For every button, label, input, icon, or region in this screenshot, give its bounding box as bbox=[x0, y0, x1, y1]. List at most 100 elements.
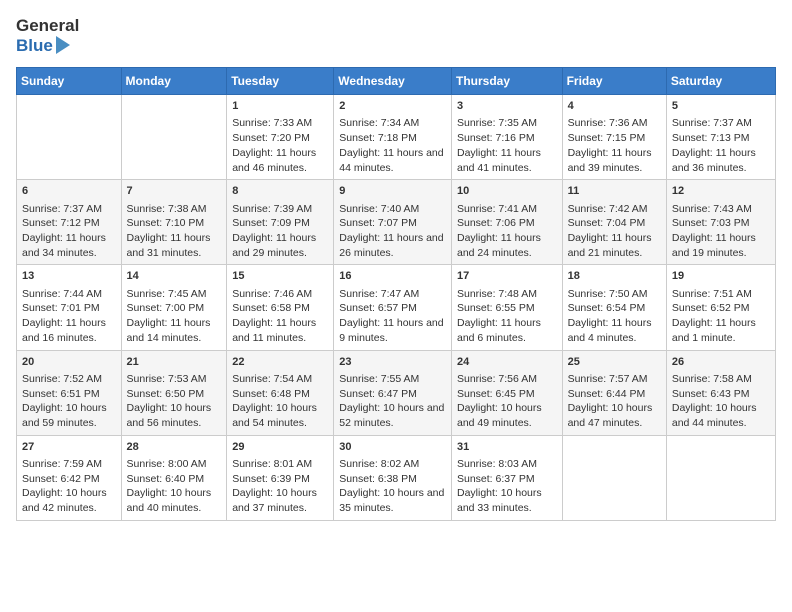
day-number: 16 bbox=[339, 269, 446, 284]
day-info: Sunrise: 7:34 AM bbox=[339, 116, 446, 131]
day-info: Sunrise: 7:51 AM bbox=[672, 287, 770, 302]
day-info: Sunset: 6:45 PM bbox=[457, 387, 557, 402]
day-info: Sunrise: 7:40 AM bbox=[339, 202, 446, 217]
day-info: Sunset: 7:07 PM bbox=[339, 216, 446, 231]
day-info: Daylight: 10 hours and 56 minutes. bbox=[127, 401, 222, 430]
calendar-cell: 6Sunrise: 7:37 AMSunset: 7:12 PMDaylight… bbox=[17, 180, 122, 265]
day-info: Daylight: 10 hours and 37 minutes. bbox=[232, 486, 328, 515]
calendar-cell: 22Sunrise: 7:54 AMSunset: 6:48 PMDayligh… bbox=[227, 350, 334, 435]
calendar-cell bbox=[17, 95, 122, 180]
calendar-cell: 23Sunrise: 7:55 AMSunset: 6:47 PMDayligh… bbox=[334, 350, 452, 435]
calendar-cell: 2Sunrise: 7:34 AMSunset: 7:18 PMDaylight… bbox=[334, 95, 452, 180]
day-info: Sunrise: 7:57 AM bbox=[568, 372, 661, 387]
day-info: Sunrise: 7:54 AM bbox=[232, 372, 328, 387]
day-info: Sunrise: 8:00 AM bbox=[127, 457, 222, 472]
day-number: 6 bbox=[22, 184, 116, 199]
calendar-cell: 30Sunrise: 8:02 AMSunset: 6:38 PMDayligh… bbox=[334, 435, 452, 520]
day-info: Daylight: 11 hours and 24 minutes. bbox=[457, 231, 557, 260]
calendar-cell: 24Sunrise: 7:56 AMSunset: 6:45 PMDayligh… bbox=[451, 350, 562, 435]
day-info: Daylight: 11 hours and 41 minutes. bbox=[457, 146, 557, 175]
calendar-cell: 28Sunrise: 8:00 AMSunset: 6:40 PMDayligh… bbox=[121, 435, 227, 520]
day-info: Sunset: 7:16 PM bbox=[457, 131, 557, 146]
day-info: Daylight: 10 hours and 40 minutes. bbox=[127, 486, 222, 515]
logo-arrow-icon bbox=[56, 36, 70, 54]
day-info: Sunset: 6:52 PM bbox=[672, 301, 770, 316]
day-number: 11 bbox=[568, 184, 661, 199]
day-number: 12 bbox=[672, 184, 770, 199]
day-info: Sunset: 6:44 PM bbox=[568, 387, 661, 402]
day-number: 29 bbox=[232, 440, 328, 455]
day-number: 26 bbox=[672, 355, 770, 370]
calendar-cell: 1Sunrise: 7:33 AMSunset: 7:20 PMDaylight… bbox=[227, 95, 334, 180]
day-info: Daylight: 11 hours and 34 minutes. bbox=[22, 231, 116, 260]
day-number: 20 bbox=[22, 355, 116, 370]
day-info: Sunrise: 7:56 AM bbox=[457, 372, 557, 387]
calendar-cell: 10Sunrise: 7:41 AMSunset: 7:06 PMDayligh… bbox=[451, 180, 562, 265]
day-info: Daylight: 10 hours and 44 minutes. bbox=[672, 401, 770, 430]
day-info: Sunrise: 7:52 AM bbox=[22, 372, 116, 387]
day-info: Sunset: 7:03 PM bbox=[672, 216, 770, 231]
day-info: Sunset: 6:57 PM bbox=[339, 301, 446, 316]
calendar-cell: 26 Sunrise: 7:58 AMSunset: 6:43 PMDayligh… bbox=[666, 350, 775, 435]
day-info: Sunrise: 7:37 AM bbox=[672, 116, 770, 131]
day-info: Daylight: 11 hours and 11 minutes. bbox=[232, 316, 328, 345]
day-info: Sunset: 6:48 PM bbox=[232, 387, 328, 402]
day-info: Daylight: 11 hours and 14 minutes. bbox=[127, 316, 222, 345]
calendar-cell: 4Sunrise: 7:36 AMSunset: 7:15 PMDaylight… bbox=[562, 95, 666, 180]
day-info: Sunrise: 7:37 AM bbox=[22, 202, 116, 217]
calendar-cell: 8Sunrise: 7:39 AMSunset: 7:09 PMDaylight… bbox=[227, 180, 334, 265]
calendar-cell: 7Sunrise: 7:38 AMSunset: 7:10 PMDaylight… bbox=[121, 180, 227, 265]
day-info: Sunrise: 7:58 AM bbox=[672, 372, 770, 387]
day-info: Daylight: 11 hours and 26 minutes. bbox=[339, 231, 446, 260]
day-info: Sunrise: 7:41 AM bbox=[457, 202, 557, 217]
calendar-cell: 12Sunrise: 7:43 AMSunset: 7:03 PMDayligh… bbox=[666, 180, 775, 265]
calendar-cell: 9 Sunrise: 7:40 AMSunset: 7:07 PMDaylight… bbox=[334, 180, 452, 265]
day-info: Sunset: 6:47 PM bbox=[339, 387, 446, 402]
calendar-cell: 25 Sunrise: 7:57 AMSunset: 6:44 PMDayligh… bbox=[562, 350, 666, 435]
calendar-cell: 27Sunrise: 7:59 AMSunset: 6:42 PMDayligh… bbox=[17, 435, 122, 520]
calendar-cell: 21Sunrise: 7:53 AMSunset: 6:50 PMDayligh… bbox=[121, 350, 227, 435]
day-number: 27 bbox=[22, 440, 116, 455]
day-info: Sunset: 6:38 PM bbox=[339, 472, 446, 487]
logo: General Blue bbox=[16, 16, 79, 55]
day-number: 22 bbox=[232, 355, 328, 370]
logo-general: General bbox=[16, 16, 79, 36]
day-header-monday: Monday bbox=[121, 68, 227, 95]
day-info: Daylight: 11 hours and 4 minutes. bbox=[568, 316, 661, 345]
day-info: Daylight: 11 hours and 29 minutes. bbox=[232, 231, 328, 260]
day-number: 4 bbox=[568, 99, 661, 114]
day-info: Daylight: 10 hours and 59 minutes. bbox=[22, 401, 116, 430]
day-info: Sunset: 7:01 PM bbox=[22, 301, 116, 316]
day-number: 9 bbox=[339, 184, 446, 199]
calendar-week-1: 1Sunrise: 7:33 AMSunset: 7:20 PMDaylight… bbox=[17, 95, 776, 180]
day-number: 1 bbox=[232, 99, 328, 114]
calendar-table: SundayMondayTuesdayWednesdayThursdayFrid… bbox=[16, 67, 776, 521]
day-number: 5 bbox=[672, 99, 770, 114]
day-info: Daylight: 10 hours and 47 minutes. bbox=[568, 401, 661, 430]
calendar-header-row: SundayMondayTuesdayWednesdayThursdayFrid… bbox=[17, 68, 776, 95]
day-number: 15 bbox=[232, 269, 328, 284]
day-number: 13 bbox=[22, 269, 116, 284]
calendar-cell: 29Sunrise: 8:01 AMSunset: 6:39 PMDayligh… bbox=[227, 435, 334, 520]
day-info: Sunset: 6:40 PM bbox=[127, 472, 222, 487]
day-number: 25 bbox=[568, 355, 661, 370]
day-number: 18 bbox=[568, 269, 661, 284]
day-info: Sunrise: 8:01 AM bbox=[232, 457, 328, 472]
day-info: Sunset: 6:55 PM bbox=[457, 301, 557, 316]
day-info: Sunrise: 7:44 AM bbox=[22, 287, 116, 302]
calendar-cell bbox=[121, 95, 227, 180]
calendar-cell bbox=[666, 435, 775, 520]
calendar-week-4: 20Sunrise: 7:52 AMSunset: 6:51 PMDayligh… bbox=[17, 350, 776, 435]
day-info: Sunrise: 7:48 AM bbox=[457, 287, 557, 302]
day-info: Sunrise: 7:39 AM bbox=[232, 202, 328, 217]
day-number: 2 bbox=[339, 99, 446, 114]
calendar-cell bbox=[562, 435, 666, 520]
day-number: 24 bbox=[457, 355, 557, 370]
day-info: Sunset: 6:43 PM bbox=[672, 387, 770, 402]
calendar-week-5: 27Sunrise: 7:59 AMSunset: 6:42 PMDayligh… bbox=[17, 435, 776, 520]
day-info: Sunset: 6:51 PM bbox=[22, 387, 116, 402]
day-info: Daylight: 11 hours and 36 minutes. bbox=[672, 146, 770, 175]
day-info: Sunset: 6:58 PM bbox=[232, 301, 328, 316]
day-number: 17 bbox=[457, 269, 557, 284]
day-info: Sunset: 7:06 PM bbox=[457, 216, 557, 231]
